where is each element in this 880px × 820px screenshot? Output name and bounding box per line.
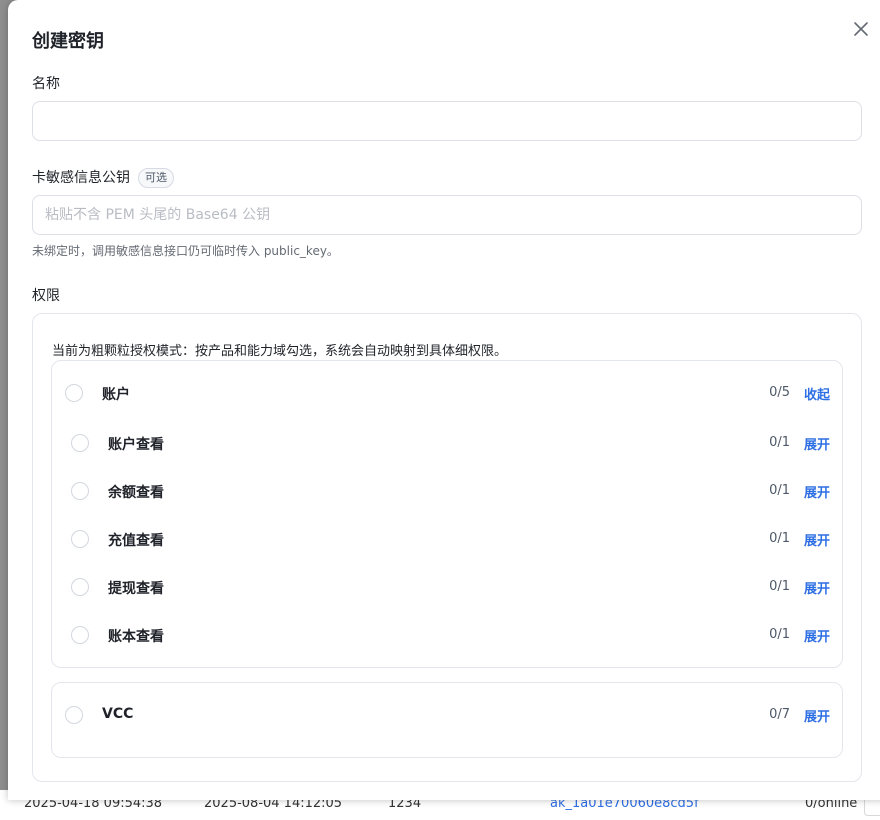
optional-badge: 可选 [138, 168, 174, 188]
public-key-label: 卡敏感信息公钥 [32, 170, 130, 186]
item-checkbox[interactable] [71, 626, 89, 644]
item-count: 0/1 [769, 435, 790, 450]
permission-item-row: 账户查看 0/1 展开 [52, 431, 842, 455]
group-count: 0/7 [769, 707, 790, 722]
item-count: 0/1 [769, 531, 790, 546]
expand-button[interactable]: 展开 [804, 482, 830, 501]
collapse-button[interactable]: 收起 [804, 384, 830, 403]
permission-item-row: 提现查看 0/1 展开 [52, 575, 842, 599]
permissions-label: 权限 [32, 288, 60, 304]
item-label: 账户查看 [108, 437, 164, 453]
permissions-panel: 当前为粗颗粒授权模式：按产品和能力域勾选，系统会自动映射到具体细权限。 账户 0… [32, 313, 862, 782]
name-input[interactable] [32, 101, 862, 141]
permissions-description: 当前为粗颗粒授权模式：按产品和能力域勾选，系统会自动映射到具体细权限。 [52, 344, 508, 359]
expand-button[interactable]: 展开 [804, 626, 830, 645]
group-label: VCC [102, 706, 134, 722]
permission-group-vcc: VCC 0/7 展开 [51, 682, 843, 758]
close-icon[interactable] [850, 18, 872, 40]
name-label: 名称 [32, 76, 60, 92]
group-header-row: VCC 0/7 展开 [52, 703, 842, 727]
item-count: 0/1 [769, 627, 790, 642]
permission-item-row: 账本查看 0/1 展开 [52, 623, 842, 647]
create-key-dialog: 创建密钥 名称 卡敏感信息公钥可选 未绑定时，调用敏感信息接口仍可临时传入 pu… [8, 0, 880, 800]
item-checkbox[interactable] [71, 482, 89, 500]
item-count: 0/1 [769, 483, 790, 498]
public-key-input[interactable] [32, 195, 862, 235]
item-checkbox[interactable] [71, 434, 89, 452]
group-label: 账户 [102, 387, 130, 403]
group-header-row: 账户 0/5 收起 [52, 381, 842, 405]
permission-item-row: 余额查看 0/1 展开 [52, 479, 842, 503]
expand-button[interactable]: 展开 [804, 530, 830, 549]
dialog-title: 创建密钥 [32, 31, 104, 52]
permission-item-row: 充值查看 0/1 展开 [52, 527, 842, 551]
item-checkbox[interactable] [71, 578, 89, 596]
item-label: 充值查看 [108, 533, 164, 549]
group-checkbox[interactable] [65, 706, 83, 724]
public-key-label-row: 卡敏感信息公钥 可选 [32, 167, 174, 188]
item-checkbox[interactable] [71, 530, 89, 548]
expand-button[interactable]: 展开 [804, 434, 830, 453]
public-key-hint: 未绑定时，调用敏感信息接口仍可临时传入 public_key。 [32, 244, 339, 258]
expand-button[interactable]: 展开 [804, 578, 830, 597]
permission-group-account: 账户 0/5 收起 账户查看 0/1 展开 余额查看 0/1 展开 充值查看 0… [51, 360, 843, 668]
item-count: 0/1 [769, 579, 790, 594]
group-count: 0/5 [769, 385, 790, 400]
expand-button[interactable]: 展开 [804, 706, 830, 725]
item-label: 账本查看 [108, 629, 164, 645]
item-label: 余额查看 [108, 485, 164, 501]
group-checkbox[interactable] [65, 384, 83, 402]
item-label: 提现查看 [108, 581, 164, 597]
